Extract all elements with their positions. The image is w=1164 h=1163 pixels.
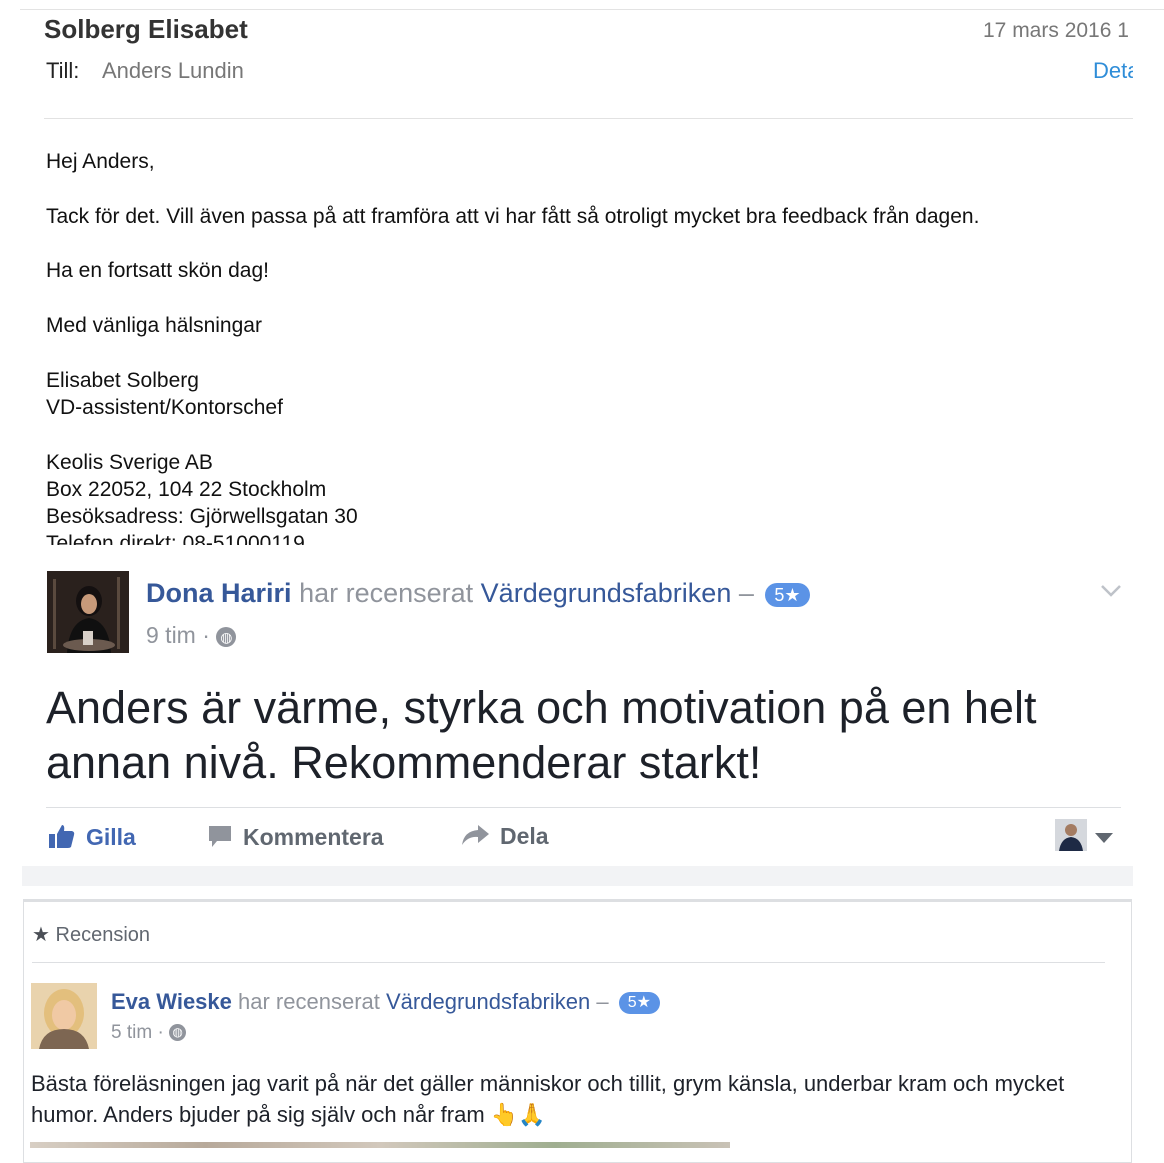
email-closing: Med vänliga hälsningar [46,314,262,337]
divider [46,807,1121,808]
divider [32,962,1105,963]
post-header: Dona Hariri har recenserat Värdegrundsfa… [146,578,810,609]
avatar[interactable] [31,983,97,1049]
email-greeting: Hej Anders, [46,150,155,173]
post-meta: 5 tim · ◍ [111,1022,187,1044]
dash: – [596,989,609,1014]
post-image-edge [30,1142,730,1148]
signature-phone: Telefon direkt: 08-51000119 [46,532,305,545]
post-verb: har recenserat [299,578,474,608]
avatar[interactable] [47,571,129,653]
header-divider [44,118,1133,119]
page-link[interactable]: Värdegrundsfabriken [386,989,590,1014]
author-link[interactable]: Eva Wieske [111,989,232,1014]
chevron-down-icon[interactable] [1100,578,1122,604]
post-text: Anders är värme, styrka och motivation p… [46,682,1037,788]
rating-badge: 5★ [765,582,810,607]
signature-address: Box 22052, 104 22 Stockholm [46,478,327,501]
share-label: Dela [500,823,549,850]
meta-dot: · [157,1022,164,1043]
rating-badge: 5★ [618,992,660,1015]
thumbs-up-icon [48,823,76,855]
globe-icon[interactable]: ◍ [216,626,237,647]
to-label: Till: [46,58,80,83]
signature-name: Elisabet Solberg [46,369,199,392]
like-label: Gilla [86,824,136,851]
comment-label: Kommentera [243,824,384,851]
post-meta: 9 tim · ◍ [146,622,237,649]
email-date: 17 mars 2016 1 [983,19,1129,42]
details-link[interactable]: Deta [1093,58,1133,84]
signature-visit-address: Besöksadress: Gjörwellsgatan 30 [46,505,358,528]
dash: – [738,578,754,608]
profile-photo-icon [47,571,129,653]
profile-photo-icon [31,983,97,1049]
globe-icon[interactable]: ◍ [169,1024,187,1042]
signature-company: Keolis Sverige AB [46,451,213,474]
signature-title: VD-assistent/Kontorschef [46,396,283,419]
dropdown-arrow-icon[interactable] [1095,830,1113,848]
review-label-text: Recension [55,924,151,946]
comment-icon [207,823,233,855]
like-button[interactable]: Gilla [48,823,136,855]
star-icon: ★ [32,924,50,946]
author-link[interactable]: Dona Hariri [146,578,292,608]
meta-dot: · [202,622,210,648]
email-paragraph: Tack för det. Vill även passa på att fra… [46,205,980,228]
share-button[interactable]: Dela [460,823,549,853]
recipient-name[interactable]: Anders Lundin [102,58,244,84]
post-time[interactable]: 9 tim [146,622,196,648]
audience-avatar[interactable] [1055,819,1087,851]
share-icon [460,823,490,853]
post-verb: har recenserat [238,989,380,1014]
post-text: Bästa föreläsningen jag varit på när det… [31,1071,1065,1127]
page-link[interactable]: Värdegrundsfabriken [481,578,732,608]
post-time[interactable]: 5 tim [111,1022,152,1043]
divider [20,9,1164,10]
post-header: Eva Wieske har recenserat Värdegrundsfab… [111,989,660,1015]
feed-separator [22,866,1133,886]
email-paragraph: Ha en fortsatt skön dag! [46,259,269,282]
email-sender[interactable]: Solberg Elisabet [44,14,248,45]
comment-button[interactable]: Kommentera [207,823,384,855]
review-section-label: ★ Recension [32,922,150,947]
email-message: Solberg Elisabet 17 mars 2016 1 Till: An… [0,0,1164,545]
